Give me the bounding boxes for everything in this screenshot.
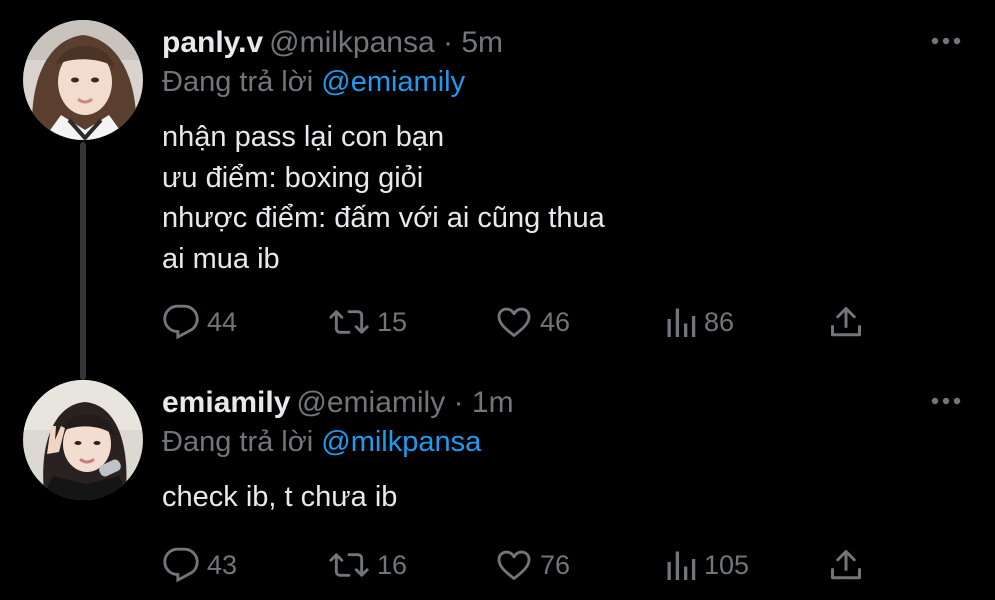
retweet-button[interactable]: 16 [328,543,407,587]
action-bar: 43 16 76 105 [162,543,882,587]
views-count: 105 [704,549,750,580]
avatar-photo [23,380,143,500]
reply-button[interactable]: 43 [162,543,237,587]
user-handle[interactable]: @emiamily [296,386,445,419]
retweet-icon [329,310,369,334]
tweet-text-line: ưu điểm: boxing giỏi [162,161,424,194]
heart-icon [497,550,531,580]
like-count: 76 [540,549,571,580]
upload-icon [831,307,861,337]
tweet-text: check ib, t chưa ib [162,477,397,518]
views-count: 86 [704,306,735,337]
avatar[interactable] [23,380,143,500]
separator-dot: · [453,386,464,419]
views-button[interactable]: 105 [665,543,749,587]
retweet-count: 15 [377,306,408,337]
reply-count: 44 [207,306,238,337]
upload-icon [831,550,861,580]
thread-connector [80,142,86,380]
views-button[interactable]: 86 [665,300,734,344]
mention-link[interactable]: @emiamily [321,66,465,98]
tweet[interactable]: panly.v @milkpansa · 5m Đang trả lời @emi… [0,0,995,380]
retweet-icon [329,553,369,577]
more-options-button[interactable] [930,33,962,51]
like-button[interactable]: 46 [495,300,570,344]
tweet[interactable]: emiamily @emiamily · 1m Đang trả lời @mil… [0,360,995,600]
timestamp[interactable]: 5m [461,26,503,59]
avatar[interactable] [23,20,143,140]
tweet-text-line: check ib, t chưa ib [162,481,398,513]
replying-to: Đang trả lời @milkpansa [162,424,481,460]
separator-dot: · [443,26,454,59]
user-handle[interactable]: @milkpansa [269,26,435,59]
ellipsis-icon [931,397,961,405]
display-name[interactable]: panly.v [162,26,263,59]
tweet-text-line: nhược điểm: đấm với ai cũng thua [162,202,605,234]
replying-to: Đang trả lời @emiamily [162,64,465,100]
share-button[interactable] [828,300,864,344]
reply-count: 43 [207,549,238,580]
speech-bubble-icon [163,304,199,340]
share-button[interactable] [828,543,864,587]
replying-to-label: Đang trả lời [162,66,314,98]
action-bar: 44 15 46 86 [162,300,882,344]
retweet-button[interactable]: 15 [328,300,407,344]
tweet-text: nhận pass lại con bạn ưu điểm: boxing gi… [162,117,605,279]
tweet-text-line: nhận pass lại con bạn [162,121,445,153]
heart-icon [497,307,531,337]
retweet-count: 16 [377,549,408,580]
tweet-text-line: ai mua ib [162,242,280,275]
bar-chart-icon [667,551,696,580]
mention-link[interactable]: @milkpansa [321,426,481,458]
ellipsis-icon [931,37,961,45]
tweet-header: panly.v @milkpansa · 5m [162,25,503,61]
reply-button[interactable]: 44 [162,300,237,344]
like-button[interactable]: 76 [495,543,570,587]
replying-to-label: Đang trả lời [162,426,314,458]
display-name[interactable]: emiamily [162,386,290,419]
speech-bubble-icon [163,547,199,583]
more-options-button[interactable] [930,393,962,411]
bar-chart-icon [667,308,696,337]
tweet-header: emiamily @emiamily · 1m [162,385,514,421]
avatar-photo [23,20,143,140]
timestamp[interactable]: 1m [472,386,514,419]
like-count: 46 [540,306,571,337]
